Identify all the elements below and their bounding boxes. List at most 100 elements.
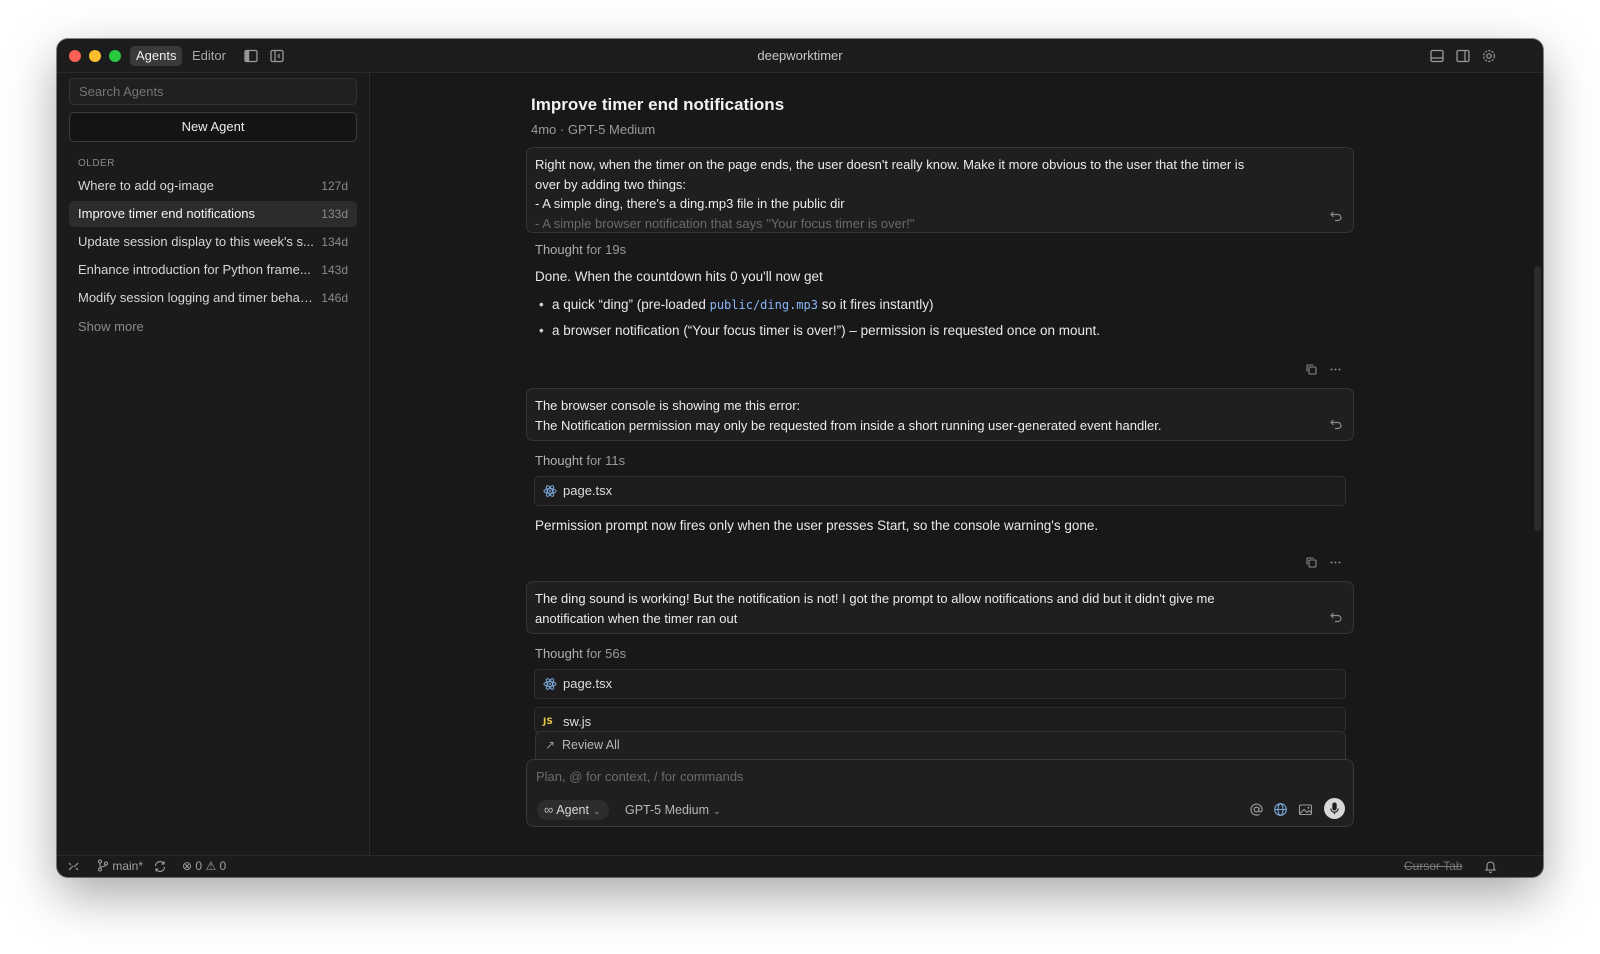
thought-indicator[interactable]: Thought for 56s [535,646,626,661]
thought-duration: for 11s [586,453,626,468]
settings-gear-icon[interactable] [1481,48,1497,64]
agent-list-item-active[interactable]: Improve timer end notifications 133d [69,201,357,227]
sync-icon[interactable] [153,856,167,877]
agent-age: 127d [321,179,348,193]
bullet-text: so it fires instantly) [817,297,934,312]
conversation-meta: 4mo · GPT-5 Medium [531,122,656,137]
agent-title: Enhance introduction for Python frame... [78,262,311,277]
message-line: The browser console is showing me this e… [535,398,801,413]
message-line: - A simple ding, there's a ding.mp3 file… [535,196,845,211]
window-title: deepworktimer [757,48,843,63]
assistant-reply-text: Permission prompt now fires only when th… [535,518,1099,533]
model-selector[interactable]: GPT-5 Medium ⌄ [625,800,721,821]
file-name: page.tsx [563,483,613,498]
undo-icon[interactable] [1329,417,1343,431]
microphone-button[interactable] [1324,798,1345,819]
agent-title: Improve timer end notifications [78,206,256,221]
git-branch-indicator[interactable]: main* [97,856,143,877]
toggle-right-panel-icon[interactable] [1455,48,1471,64]
file-chip[interactable]: JS sw.js [534,707,1346,733]
section-heading-older: OLDER [78,158,115,169]
agent-age: 146d [321,291,348,305]
warning-count: 0 [219,859,227,873]
more-options-icon[interactable] [1329,556,1342,569]
show-more-link[interactable]: Show more [78,319,144,334]
message-line: The Notification permission may only be … [535,417,1162,433]
image-attach-icon[interactable] [1298,802,1313,817]
error-count: 0 [195,859,203,873]
reply-bullet: a quick “ding” (pre-loaded public/ding.m… [539,297,934,312]
git-branch-icon [98,859,108,872]
problems-indicator[interactable]: ⊗ 0 ⚠ 0 [182,856,226,877]
cursor-tab-status[interactable]: Cursor Tab [1404,856,1462,877]
user-message[interactable]: The browser console is showing me this e… [526,388,1354,441]
user-message[interactable]: Right now, when the timer on the page en… [526,147,1354,233]
file-name: page.tsx [563,676,613,691]
file-chip[interactable]: page.tsx [534,669,1346,699]
microphone-icon [1330,802,1339,815]
reply-bullet: a browser notification (“Your focus time… [539,323,1100,338]
assistant-reply-text: Done. When the countdown hits 0 you'll n… [535,269,823,284]
javascript-file-icon: JS [543,717,553,727]
error-icon: ⊗ [182,859,193,873]
conversation-panel: Improve timer end notifications 4mo · GP… [371,73,1543,855]
conversation-scrollbar[interactable] [1534,266,1541,531]
agent-mode-selector[interactable]: ∞ Agent ⌄ [537,800,609,820]
copy-icon[interactable] [1305,556,1318,569]
bullet-text: a quick “ding” (pre-loaded [552,297,710,312]
app-window: Agents Editor deepworktimer New Agent OL… [57,39,1543,877]
message-line: anotification when the timer ran out [535,610,738,626]
agent-list-item[interactable]: Enhance introduction for Python frame...… [69,257,357,283]
chevron-down-icon: ⌄ [713,806,721,816]
remote-connection-icon[interactable] [67,856,80,877]
react-file-icon [543,677,557,691]
agent-list-item[interactable]: Where to add og-image 127d [69,173,357,199]
chat-composer: ∞Agent⌄ GPT-5 Medium⌄ [526,759,1354,827]
bullet-text: a browser notification (“Your focus time… [552,323,1100,338]
agent-age: 133d [321,207,348,221]
agent-age: 143d [321,263,348,277]
message-line: - A simple browser notification that say… [535,215,915,231]
message-line: Right now, when the timer on the page en… [535,157,1245,172]
branch-name: main* [112,859,144,873]
thought-label: Thought [535,453,583,468]
search-agents-input[interactable] [69,78,357,105]
thought-indicator[interactable]: Thought for 11s [535,453,625,468]
agent-mode-label: Agent [556,803,589,817]
more-options-icon[interactable] [1329,363,1342,376]
title-bar: Agents Editor deepworktimer [57,39,1543,73]
warning-icon: ⚠ [205,859,217,873]
notifications-bell-icon[interactable] [1484,856,1497,877]
toggle-bottom-panel-icon[interactable] [1429,48,1445,64]
agent-title: Modify session logging and timer behav..… [78,290,314,305]
review-all-button[interactable]: ↗ Review All [535,731,1346,759]
thought-indicator[interactable]: Thought for 19s [535,242,626,257]
new-agent-button[interactable]: New Agent [69,112,357,142]
agent-list-item[interactable]: Modify session logging and timer behav..… [69,285,357,311]
globe-web-search-icon[interactable] [1273,802,1288,817]
agent-title: Update session display to this week's s.… [78,234,314,249]
agent-title: Where to add og-image [78,178,214,193]
thought-duration: for 19s [586,242,627,257]
user-message[interactable]: The ding sound is working! But the notif… [526,581,1354,634]
thought-label: Thought [535,242,583,257]
review-all-label: Review All [562,738,620,752]
at-mention-icon[interactable] [1249,802,1264,817]
agent-list-item[interactable]: Update session display to this week's s.… [69,229,357,255]
model-label: GPT-5 Medium [625,803,710,817]
conversation-title: Improve timer end notifications [531,95,785,114]
arrow-up-right-icon: ↗ [545,738,556,752]
file-chip[interactable]: page.tsx [534,476,1346,506]
message-line: over by adding two things: [535,176,687,192]
copy-icon[interactable] [1305,363,1318,376]
prompt-input[interactable] [536,767,1343,785]
message-actions [1297,556,1347,570]
undo-icon[interactable] [1329,610,1343,624]
message-line: The ding sound is working! But the notif… [535,591,1215,606]
chevron-down-icon: ⌄ [592,806,601,816]
status-bar: main* ⊗ 0 ⚠ 0 Cursor Tab [57,855,1543,877]
react-file-icon [543,484,557,498]
undo-icon[interactable] [1329,209,1343,223]
message-actions [1297,363,1347,377]
agent-age: 134d [321,235,348,249]
